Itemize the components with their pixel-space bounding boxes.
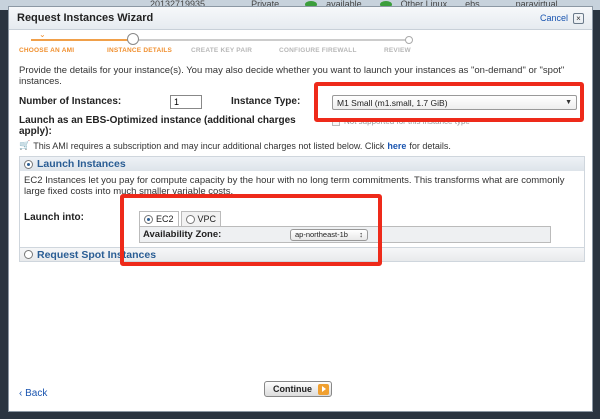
availability-zone-value: ap-northeast-1b — [295, 230, 348, 239]
tab-ec2[interactable]: EC2 — [139, 211, 179, 226]
dialog-footer: ‹ Back Continue — [9, 363, 592, 411]
wizard-steps: ⌄ CHOOSE AN AMI INSTANCE DETAILS CREATE … — [17, 30, 584, 54]
updown-arrows-icon: ↕ — [359, 230, 363, 239]
ebs-optimized-label: Launch as an EBS-Optimized instance (add… — [19, 115, 296, 137]
launch-into-tabs: EC2 VPC — [139, 211, 222, 226]
instance-type-select[interactable]: M1 Small (m1.small, 1.7 GiB) ▼ — [332, 95, 577, 110]
num-instances-label: Number of Instances: — [19, 96, 122, 107]
dialog-title: Request Instances Wizard — [17, 12, 154, 24]
availability-zone-select[interactable]: ap-northeast-1b ↕ — [290, 228, 368, 241]
step-create-key-pair: CREATE KEY PAIR — [191, 47, 253, 54]
cancel-link[interactable]: Cancel — [540, 13, 568, 23]
tab-ec2-label: EC2 — [156, 214, 174, 224]
subscription-note: 🛒 This AMI requires a subscription and m… — [19, 140, 585, 151]
chevron-down-icon: ⌄ — [39, 30, 46, 39]
spot-instances-title: Request Spot Instances — [37, 248, 157, 261]
vpc-radio[interactable] — [185, 214, 195, 224]
continue-button[interactable]: Continue — [264, 381, 332, 397]
launch-instances-header[interactable]: Launch Instances — [20, 157, 584, 171]
instances-row: Number of Instances: Instance Type: M1 S… — [19, 93, 585, 113]
launch-into-label: Launch into: — [24, 212, 84, 223]
back-link[interactable]: ‹ Back — [19, 388, 47, 399]
subscription-text: This AMI requires a subscription and may… — [33, 140, 385, 151]
ebs-row: Launch as an EBS-Optimized instance (add… — [19, 115, 585, 139]
tab-vpc[interactable]: VPC — [180, 211, 222, 226]
progress-line-todo — [133, 39, 411, 41]
final-step-marker — [405, 36, 413, 44]
ebs-optimized-option: Not supported for this instance type — [332, 117, 470, 126]
form-description: Provide the details for your instance(s)… — [19, 65, 565, 87]
here-link[interactable]: here — [387, 141, 406, 151]
progress-line-done — [31, 39, 133, 41]
step-configure-firewall: CONFIGURE FIREWALL — [279, 47, 357, 54]
ec2-radio[interactable] — [144, 214, 153, 224]
instance-details-form: Provide the details for your instance(s)… — [19, 65, 585, 262]
instance-type-label: Instance Type: — [231, 96, 301, 107]
ebs-optimized-checkbox[interactable] — [332, 117, 340, 126]
num-instances-input[interactable] — [170, 95, 202, 109]
subscription-tail: for details. — [409, 140, 451, 151]
launch-instances-body: EC2 Instances let you pay for compute ca… — [20, 171, 584, 247]
step-review: REVIEW — [384, 47, 411, 54]
dialog-header: Request Instances Wizard Cancel × — [9, 7, 592, 30]
current-step-marker — [127, 33, 139, 45]
play-arrow-icon — [318, 383, 329, 395]
launch-instances-description: EC2 Instances let you pay for compute ca… — [24, 175, 565, 197]
launch-instances-title: Launch Instances — [37, 158, 126, 170]
availability-zone-label: Availability Zone: — [143, 229, 222, 240]
step-choose-ami[interactable]: CHOOSE AN AMI — [19, 47, 74, 54]
request-spot-instances-header[interactable]: Request Spot Instances — [19, 248, 585, 262]
request-instances-dialog: Request Instances Wizard Cancel × ⌄ CHOO… — [8, 6, 593, 412]
tab-vpc-label: VPC — [197, 214, 217, 224]
availability-zone-row: Availability Zone: ap-northeast-1b ↕ — [139, 226, 551, 243]
instance-type-value: M1 Small (m1.small, 1.7 GiB) — [337, 97, 448, 108]
cart-icon: 🛒 — [19, 140, 31, 150]
dropdown-arrow-icon: ▼ — [565, 99, 572, 106]
spot-instances-radio[interactable] — [24, 250, 33, 259]
continue-label: Continue — [273, 384, 312, 394]
close-icon[interactable]: × — [573, 12, 584, 24]
step-instance-details: INSTANCE DETAILS — [107, 47, 173, 54]
launch-instances-radio[interactable] — [24, 159, 33, 169]
ebs-not-supported-note: Not supported for this instance type — [344, 117, 470, 126]
launch-instances-panel: Launch Instances EC2 Instances let you p… — [19, 156, 585, 248]
